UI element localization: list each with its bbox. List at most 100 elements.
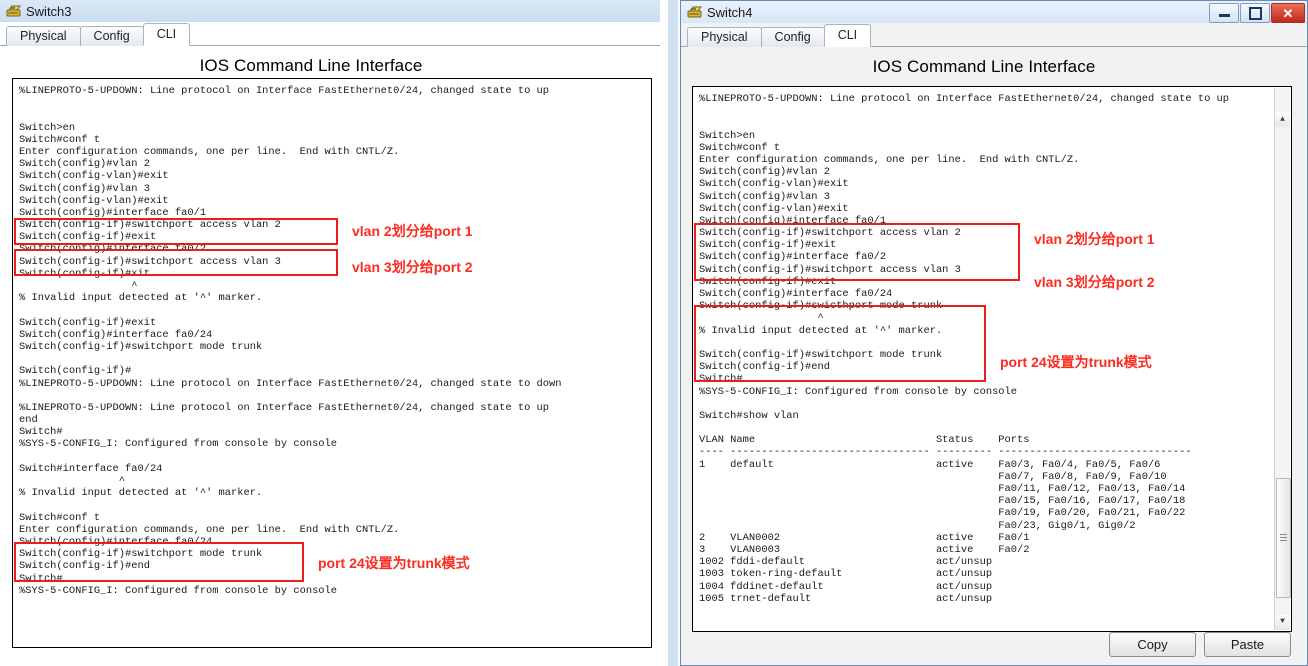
right-cli-console[interactable]: %LINEPROTO-5-UPDOWN: Line protocol on In… [692,86,1292,632]
console-line: Switch(config-if)#switchport mode trunk [19,340,263,353]
console-line: Switch#conf t [19,511,101,524]
tab-physical[interactable]: Physical [6,26,81,46]
right-titlebar[interactable]: Switch4 ✕ [681,1,1307,23]
console-line: Switch(config-if)#xit [19,267,150,280]
right-ios-header: IOS Command Line Interface [872,57,1096,76]
tab-config[interactable]: Config [79,26,144,46]
left-titlebar[interactable]: Switch3 [0,0,660,22]
console-line: % Invalid input detected at '^' marker. [19,487,263,500]
console-line: Switch(config-vlan)#exit [699,178,849,191]
console-line: Switch(config)#interface fa0/24 [19,328,213,341]
console-line: ^ [19,280,138,292]
scroll-down-arrow-icon[interactable]: ▼ [1275,615,1290,630]
paste-button[interactable]: Paste [1204,632,1291,657]
console-line: Switch(config-vlan)#exit [699,202,849,215]
console-line: Switch(config)#interface fa0/1 [19,206,207,219]
right-annotation-vlan3: vlan 3划分给port 2 [1034,274,1155,290]
console-line: %LINEPROTO-5-UPDOWN: Line protocol on In… [19,401,550,414]
console-line: % Invalid input detected at '^' marker. [699,324,943,337]
right-window-title: Switch4 [707,4,753,20]
close-button[interactable]: ✕ [1271,3,1305,23]
console-line: Switch(config)#vlan 2 [699,166,830,179]
copy-button[interactable]: Copy [1109,632,1196,657]
console-line: %LINEPROTO-5-UPDOWN: Line protocol on In… [699,93,1230,105]
maximize-button[interactable] [1240,3,1270,23]
switch-device-icon [6,4,22,18]
console-line: Fa0/19, Fa0/20, Fa0/21, Fa0/22 [699,507,1186,520]
console-line: Switch(config-if)#switchport access vlan… [19,255,281,268]
console-line: Switch#interface fa0/24 [19,462,163,475]
console-line: Switch(config-if)#exit [19,231,157,244]
scrollbar-grip-icon [1280,534,1287,542]
console-line: Switch(config-vlan)#exit [19,194,169,207]
console-line: Switch(config-if)#exit [699,275,837,288]
scrollbar-thumb[interactable] [1276,478,1291,598]
console-line: %SYS-5-CONFIG_I: Configured from console… [19,584,338,597]
right-button-row: Copy Paste [681,632,1307,657]
console-line: Switch(config)#interface fa0/24 [19,535,213,548]
console-line: Enter configuration commands, one per li… [19,145,400,158]
console-line: Switch(config-if)#switchport access vlan… [699,227,961,240]
console-line: VLAN Name Status Ports [699,434,1030,447]
console-line: end [19,414,38,427]
console-line: Switch(config-if)#swicthport mode trunk [699,300,943,313]
minimize-icon [1218,14,1230,17]
console-line: %SYS-5-CONFIG_I: Configured from console… [19,438,338,451]
right-annotation-trunk: port 24设置为trunk模式 [1000,354,1152,370]
tab-cli[interactable]: CLI [142,23,191,46]
switch-device-icon [687,5,703,19]
console-line: %SYS-5-CONFIG_I: Configured from console… [699,385,1018,398]
console-line: Switch(config)#vlan 2 [19,158,150,171]
left-annotation-vlan3: vlan 3划分给port 2 [352,259,473,275]
console-line: %LINEPROTO-5-UPDOWN: Line protocol on In… [19,85,550,97]
tab-config[interactable]: Config [760,27,825,47]
console-line: Fa0/15, Fa0/16, Fa0/17, Fa0/18 [699,495,1186,508]
console-line: Switch# [19,426,63,439]
console-line: Enter configuration commands, one per li… [699,153,1080,166]
console-line: Fa0/11, Fa0/12, Fa0/13, Fa0/14 [699,483,1186,495]
console-line: Switch(config)#vlan 3 [699,190,830,203]
console-line: Fa0/23, Gig0/1, Gig0/2 [699,519,1136,532]
console-line: 1 default active Fa0/3, Fa0/4, Fa0/5, Fa… [699,458,1161,471]
console-line: Switch(config)#interface fa0/24 [699,288,893,300]
console-line: Switch(config)#vlan 3 [19,182,150,195]
console-line: Switch#conf t [699,141,781,154]
console-line: 1003 token-ring-default act/unsup [699,568,993,581]
console-line: Switch(config-vlan)#exit [19,170,169,183]
console-line: % Invalid input detected at '^' marker. [19,292,263,305]
minimize-button[interactable] [1209,3,1239,23]
console-scrollbar[interactable]: ▲ ▼ [1274,88,1291,630]
console-line: Switch#show vlan [699,409,799,422]
left-window-title: Switch3 [26,3,72,19]
console-line: Switch(config-if)#switchport mode trunk [699,348,943,361]
console-line: Switch(config-if)#switchport access vlan… [699,263,961,276]
console-line: Switch(config-if)#exit [699,239,837,252]
console-line: ^ [699,312,824,325]
close-icon: ✕ [1282,5,1294,21]
console-line: Switch(config-if)#end [699,361,830,374]
tab-cli[interactable]: CLI [823,24,872,47]
console-line: Fa0/7, Fa0/8, Fa0/9, Fa0/10 [699,470,1167,483]
window-divider [668,0,678,666]
scroll-up-arrow-icon[interactable]: ▲ [1275,112,1290,128]
console-line: Switch(config)#interface fa0/1 [699,214,887,227]
console-line: Switch(config)#interface fa0/2 [699,251,887,264]
right-annotation-vlan2: vlan 2划分给port 1 [1034,231,1155,247]
console-line: Switch# [699,373,743,386]
console-line: 1005 trnet-default act/unsup [699,592,993,605]
tab-physical[interactable]: Physical [687,27,762,47]
left-annotation-vlan2: vlan 2划分给port 1 [352,223,473,239]
maximize-icon [1248,6,1262,20]
console-line: %LINEPROTO-5-UPDOWN: Line protocol on In… [19,377,562,390]
